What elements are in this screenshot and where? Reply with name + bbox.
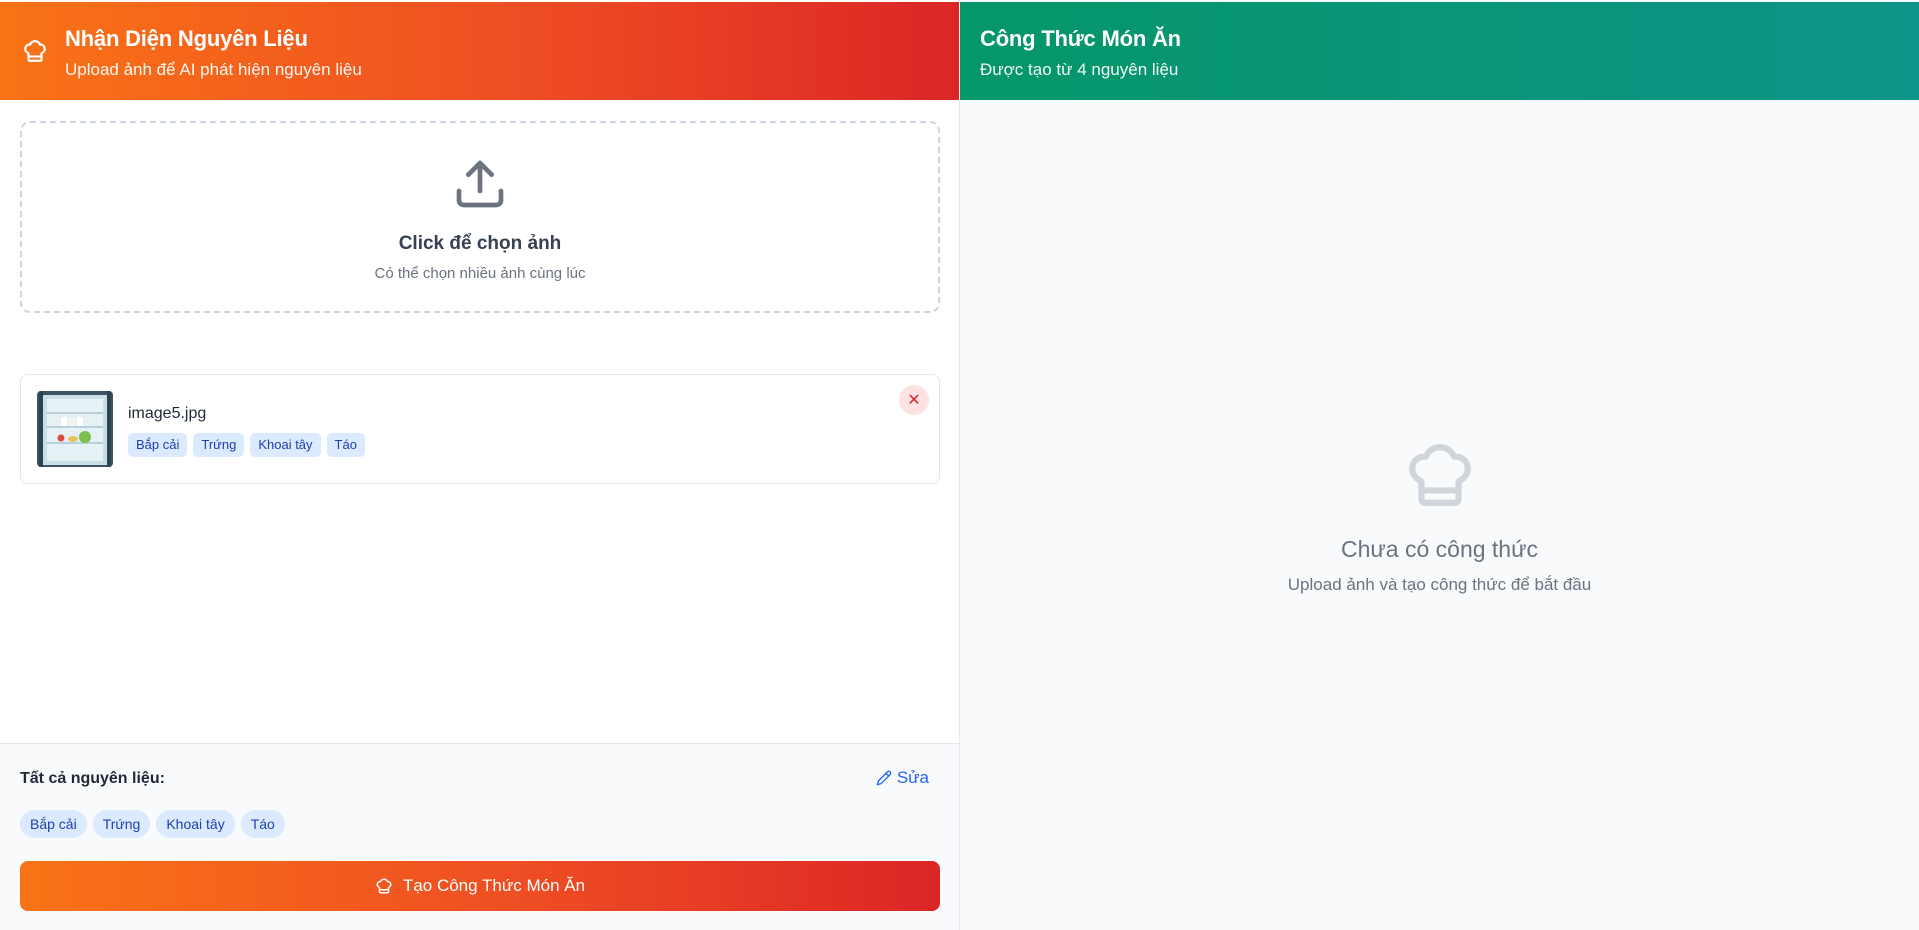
close-icon: ✕: [907, 392, 921, 409]
page-subtitle: Upload ảnh để AI phát hiện nguyên liệu: [65, 60, 362, 79]
ingredient-chip: Khoai tây: [156, 810, 235, 838]
generate-recipe-label: Tạo Công Thức Món Ăn: [402, 876, 586, 895]
recipe-panel-title: Công Thức Món Ăn: [980, 26, 1181, 51]
ingredient-tag: Trứng: [193, 433, 245, 457]
recipe-panel-header: Công Thức Món Ăn Được tạo từ 4 nguyên li…: [960, 2, 1919, 100]
fridge-photo-thumbnail: [37, 391, 113, 467]
app-root: Nhận Diện Nguyên Liệu Upload ảnh để AI p…: [0, 0, 1919, 930]
all-ingredients-list: Bắp cải Trứng Khoai tây Táo: [20, 810, 285, 838]
ingredient-tag: Bắp cải: [128, 433, 188, 457]
recipe-empty-state: Chưa có công thức Upload ảnh và tạo công…: [960, 438, 1919, 595]
pencil-icon: [876, 770, 892, 786]
image-thumbnail[interactable]: [37, 391, 113, 467]
detected-ingredients-list: Bắp cải Trứng Khoai tây Táo: [128, 433, 365, 457]
upload-subtitle: Có thể chọn nhiều ảnh cùng lúc: [374, 265, 586, 282]
upload-title: Click để chọn ảnh: [398, 233, 562, 254]
empty-state-subtitle: Upload ảnh và tạo công thức để bắt đầu: [1287, 575, 1592, 594]
chef-hat-icon: [24, 40, 46, 62]
image-upload-dropzone[interactable]: Click để chọn ảnh Có thể chọn nhiều ảnh …: [20, 121, 940, 313]
recipe-panel-subtitle: Được tạo từ 4 nguyên liệu: [980, 60, 1179, 79]
edit-label: Sửa: [896, 768, 929, 787]
ingredient-chip: Trứng: [92, 810, 151, 838]
all-ingredients-label: Tất cả nguyên liệu:: [20, 770, 165, 787]
ingredient-tag: Táo: [326, 433, 365, 457]
ingredient-chip: Táo: [240, 810, 285, 838]
uploaded-image-card: image5.jpg Bắp cải Trứng Khoai tây Táo ✕: [20, 374, 940, 484]
recipe-panel: Công Thức Món Ăn Được tạo từ 4 nguyên li…: [960, 0, 1919, 930]
empty-state-title: Chưa có công thức: [1340, 536, 1538, 562]
ingredient-tag: Khoai tây: [250, 433, 321, 457]
ingredient-panel-header: Nhận Diện Nguyên Liệu Upload ảnh để AI p…: [0, 2, 959, 100]
chef-hat-icon: [1408, 444, 1471, 506]
remove-image-button[interactable]: ✕: [899, 385, 929, 415]
ingredient-chip: Bắp cải: [20, 810, 87, 838]
image-file-name: image5.jpg: [128, 405, 207, 422]
page-title: Nhận Diện Nguyên Liệu: [65, 26, 308, 51]
edit-ingredients-button[interactable]: Sửa: [876, 768, 929, 788]
generate-recipe-button[interactable]: Tạo Công Thức Món Ăn: [20, 861, 940, 911]
ingredient-panel: Nhận Diện Nguyên Liệu Upload ảnh để AI p…: [0, 0, 960, 930]
ingredient-summary-section: Tất cả nguyên liệu: Sửa Bắp cải Trứng Kh…: [0, 743, 959, 930]
chef-hat-icon: [376, 878, 392, 894]
upload-icon: [456, 160, 504, 208]
